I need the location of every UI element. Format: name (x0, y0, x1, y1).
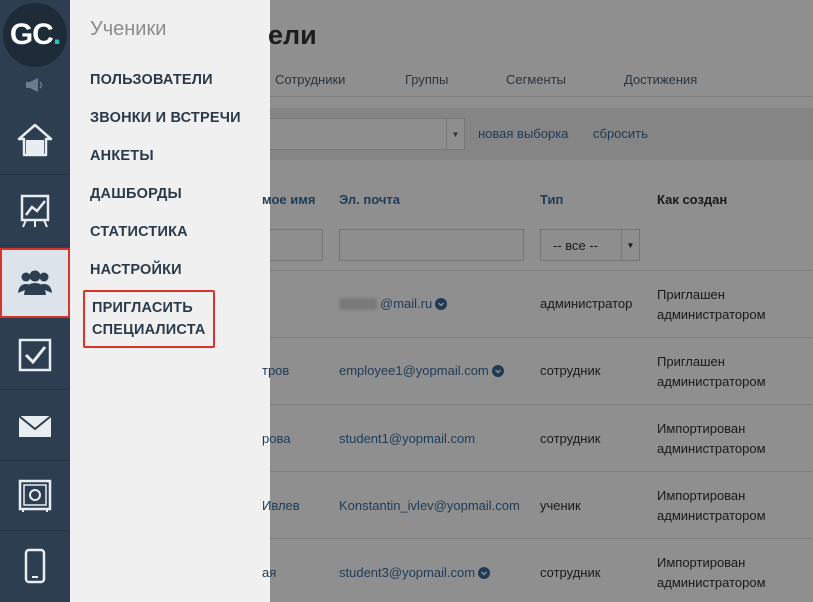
tabs-divider (270, 96, 813, 97)
row-name[interactable]: ая (262, 565, 276, 580)
safe-icon (18, 479, 52, 512)
logo-g: G (9, 18, 33, 51)
row-type: сотрудник (540, 431, 601, 446)
row-email[interactable]: @mail.ru (339, 296, 448, 311)
submenu-item-statistics[interactable]: СТАТИСТИКА (90, 221, 188, 243)
row-name[interactable]: тров (262, 363, 289, 378)
created-line-1: Импортирован (657, 421, 746, 436)
icon-rail: GC. (0, 0, 70, 602)
row-email[interactable]: Konstantin_ivlev@yopmail.com (339, 498, 520, 513)
submenu-item-settings[interactable]: НАСТРОЙКИ (90, 259, 182, 281)
row-type: ученик (540, 498, 581, 513)
table-row[interactable]: @mail.ru администратор Приглашен админис… (270, 270, 813, 337)
table-row[interactable]: ая student3@yopmail.com сотрудник Импорт… (262, 538, 813, 602)
verified-check-icon (491, 364, 504, 377)
megaphone-icon[interactable] (24, 77, 46, 93)
envelope-icon (18, 414, 52, 437)
tab-groups[interactable]: Группы (405, 72, 448, 87)
row-created: Импортирован администратором (657, 553, 807, 593)
table-row[interactable]: тров employee1@yopmail.com сотрудник При… (262, 337, 813, 404)
app-logo[interactable]: GC. (3, 3, 67, 67)
page-title: ели (268, 20, 317, 50)
row-email[interactable]: student3@yopmail.com (339, 565, 491, 580)
chevron-down-icon: ▼ (621, 230, 639, 260)
row-type: сотрудник (540, 363, 601, 378)
submenu-item-surveys[interactable]: АНКЕТЫ (90, 145, 154, 167)
email-text: student1@yopmail.com (339, 431, 476, 446)
new-selection-link[interactable]: новая выборка (478, 126, 568, 141)
email-text: @mail.ru (380, 296, 433, 311)
invite-line-1: ПРИГЛАСИТЬ (92, 300, 193, 316)
home-icon (17, 123, 53, 156)
rail-item-tasks[interactable] (0, 320, 70, 390)
rail-item-safe[interactable] (0, 461, 70, 531)
rail-item-home[interactable] (0, 105, 70, 175)
row-created: Приглашен администратором (657, 352, 807, 392)
reset-link[interactable]: сбросить (593, 126, 648, 141)
row-name[interactable]: рова (262, 431, 290, 446)
rail-item-mobile[interactable] (0, 531, 70, 601)
created-line-1: Приглашен (657, 287, 725, 302)
checkbox-icon (18, 338, 52, 371)
row-email[interactable]: employee1@yopmail.com (339, 363, 504, 378)
table-row[interactable]: рова student1@yopmail.com сотрудник Импо… (262, 404, 813, 471)
table-row[interactable]: Ивлев Konstantin_ivlev@yopmail.com учени… (262, 471, 813, 538)
tab-segments[interactable]: Сегменты (506, 72, 566, 87)
created-line-2: администратором (657, 307, 766, 322)
submenu-panel: Ученики ПОЛЬЗОВАТЕЛИ ЗВОНКИ И ВСТРЕЧИ АН… (70, 0, 270, 602)
created-line-1: Импортирован (657, 555, 746, 570)
row-name[interactable]: Ивлев (262, 498, 300, 513)
row-email[interactable]: student1@yopmail.com (339, 431, 475, 446)
column-header-name[interactable]: мое имя (262, 192, 315, 207)
logo-c: C (32, 18, 54, 51)
selection-dropdown[interactable]: ▼ (270, 118, 465, 150)
submenu-item-users[interactable]: ПОЛЬЗОВАТЕЛИ (90, 69, 213, 91)
created-line-1: Импортирован (657, 488, 746, 503)
chevron-down-icon: ▼ (446, 119, 464, 149)
column-header-type[interactable]: Тип (540, 192, 563, 207)
type-filter-select[interactable]: -- все -- ▼ (540, 229, 640, 261)
created-line-2: администратором (657, 374, 766, 389)
row-type: сотрудник (540, 565, 601, 580)
users-group-icon (18, 270, 52, 295)
verified-check-icon (478, 566, 491, 579)
email-text: employee1@yopmail.com (339, 363, 489, 378)
submenu-item-dashboards[interactable]: ДАШБОРДЫ (90, 183, 182, 205)
row-created: Приглашен администратором (657, 285, 807, 325)
created-line-2: администратором (657, 441, 766, 456)
email-filter-input[interactable] (339, 229, 524, 261)
column-header-created: Как создан (657, 192, 728, 207)
chart-board-icon (20, 194, 50, 227)
rail-item-users[interactable] (0, 248, 70, 318)
main-content: ели Сотрудники Группы Сегменты Достижени… (262, 0, 813, 602)
row-created: Импортирован администратором (657, 419, 807, 459)
row-type: администратор (540, 296, 633, 311)
redacted-text (339, 297, 377, 310)
smartphone-icon (24, 548, 46, 584)
submenu-item-calls[interactable]: ЗВОНКИ И ВСТРЕЧИ (90, 107, 241, 129)
type-filter-value: -- все -- (553, 238, 599, 253)
name-filter-input[interactable] (270, 229, 323, 261)
logo-dot: . (52, 18, 61, 51)
created-line-1: Приглашен (657, 354, 725, 369)
rail-item-messages[interactable] (0, 391, 70, 461)
verified-check-icon (435, 297, 448, 310)
submenu-item-invite-specialist[interactable]: ПРИГЛАСИТЬ СПЕЦИАЛИСТА (83, 290, 215, 348)
invite-line-2: СПЕЦИАЛИСТА (92, 322, 206, 338)
tab-employees[interactable]: Сотрудники (275, 72, 345, 87)
row-created: Импортирован администратором (657, 486, 807, 526)
submenu-title: Ученики (90, 18, 167, 40)
tab-achievements[interactable]: Достижения (624, 72, 697, 87)
created-line-2: администратором (657, 575, 766, 590)
created-line-2: администратором (657, 508, 766, 523)
email-text: student3@yopmail.com (339, 565, 476, 580)
email-text: Konstantin_ivlev@yopmail.com (339, 498, 520, 513)
rail-item-statistics[interactable] (0, 176, 70, 246)
column-header-email[interactable]: Эл. почта (339, 192, 400, 207)
